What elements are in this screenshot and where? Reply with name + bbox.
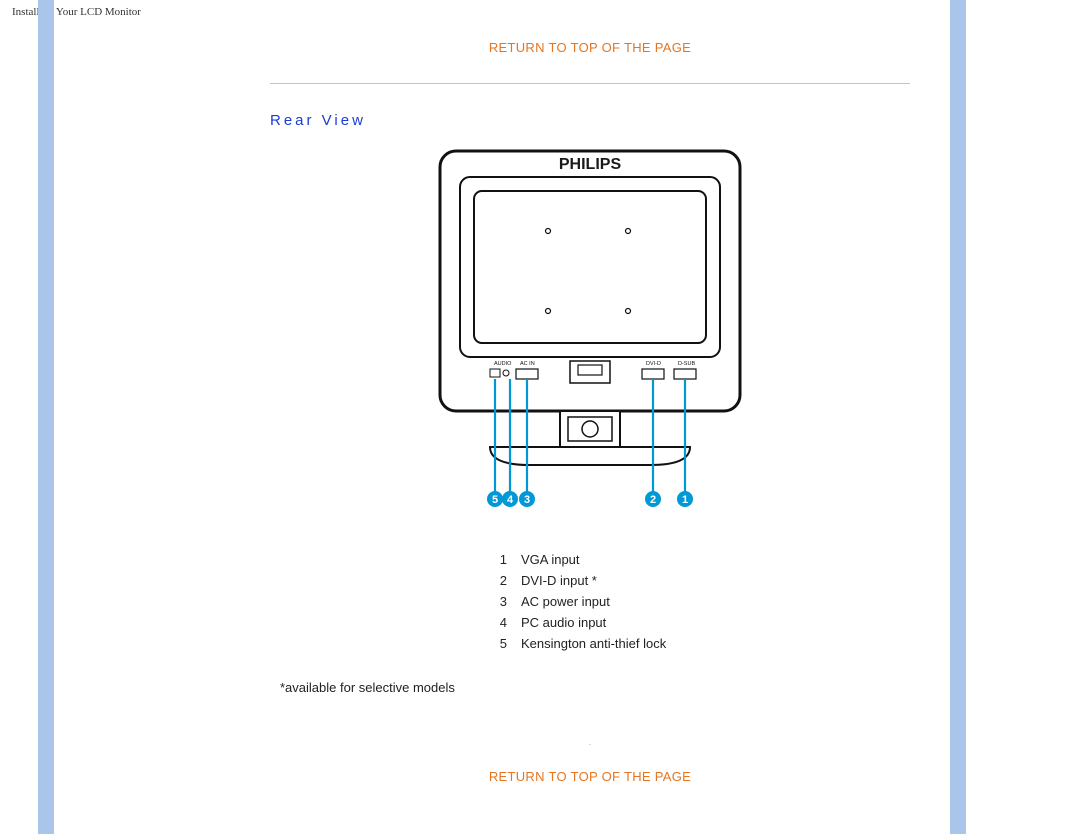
svg-text:2: 2 — [650, 494, 656, 506]
callout-2: 2 — [645, 491, 661, 507]
callout-3: 3 — [519, 491, 535, 507]
svg-text:1: 1 — [682, 494, 688, 506]
footnote: *available for selective models — [280, 680, 910, 695]
table-row: 4PC audio input — [500, 612, 681, 633]
divider — [270, 83, 910, 84]
decorative-left-bar — [38, 0, 54, 834]
port-label-audio: AUDIO — [494, 361, 512, 367]
decorative-right-bar — [950, 0, 966, 834]
section-title: Rear View — [270, 112, 910, 129]
callout-1: 1 — [677, 491, 693, 507]
port-label-dvi: DVI-D — [646, 361, 661, 367]
svg-text:5: 5 — [492, 494, 498, 506]
main-content: RETURN TO TOP OF THE PAGE Rear View PHIL… — [270, 40, 910, 784]
legend-table: 1VGA input 2DVI-D input * 3AC power inpu… — [500, 549, 681, 654]
callout-5: 5 — [487, 491, 503, 507]
svg-text:3: 3 — [524, 494, 530, 506]
table-row: 2DVI-D input * — [500, 570, 681, 591]
rear-view-diagram: PHILIPS AUDIO AC IN DVI-D D-SUB — [270, 147, 910, 527]
svg-text:4: 4 — [507, 494, 514, 506]
brand-label: PHILIPS — [559, 156, 622, 173]
table-row: 5Kensington anti-thief lock — [500, 633, 681, 654]
port-label-acin: AC IN — [520, 361, 535, 367]
table-row: 3AC power input — [500, 591, 681, 612]
page-header-title: Installing Your LCD Monitor — [12, 6, 141, 18]
port-label-dsub: D-SUB — [678, 361, 695, 367]
return-top-link-bottom[interactable]: RETURN TO TOP OF THE PAGE — [270, 769, 910, 784]
table-row: 1VGA input — [500, 549, 681, 570]
callout-4: 4 — [502, 491, 518, 507]
monitor-rear-svg: PHILIPS AUDIO AC IN DVI-D D-SUB — [430, 147, 750, 527]
return-top-link[interactable]: RETURN TO TOP OF THE PAGE — [270, 40, 910, 55]
decorative-dot: . — [270, 741, 910, 747]
